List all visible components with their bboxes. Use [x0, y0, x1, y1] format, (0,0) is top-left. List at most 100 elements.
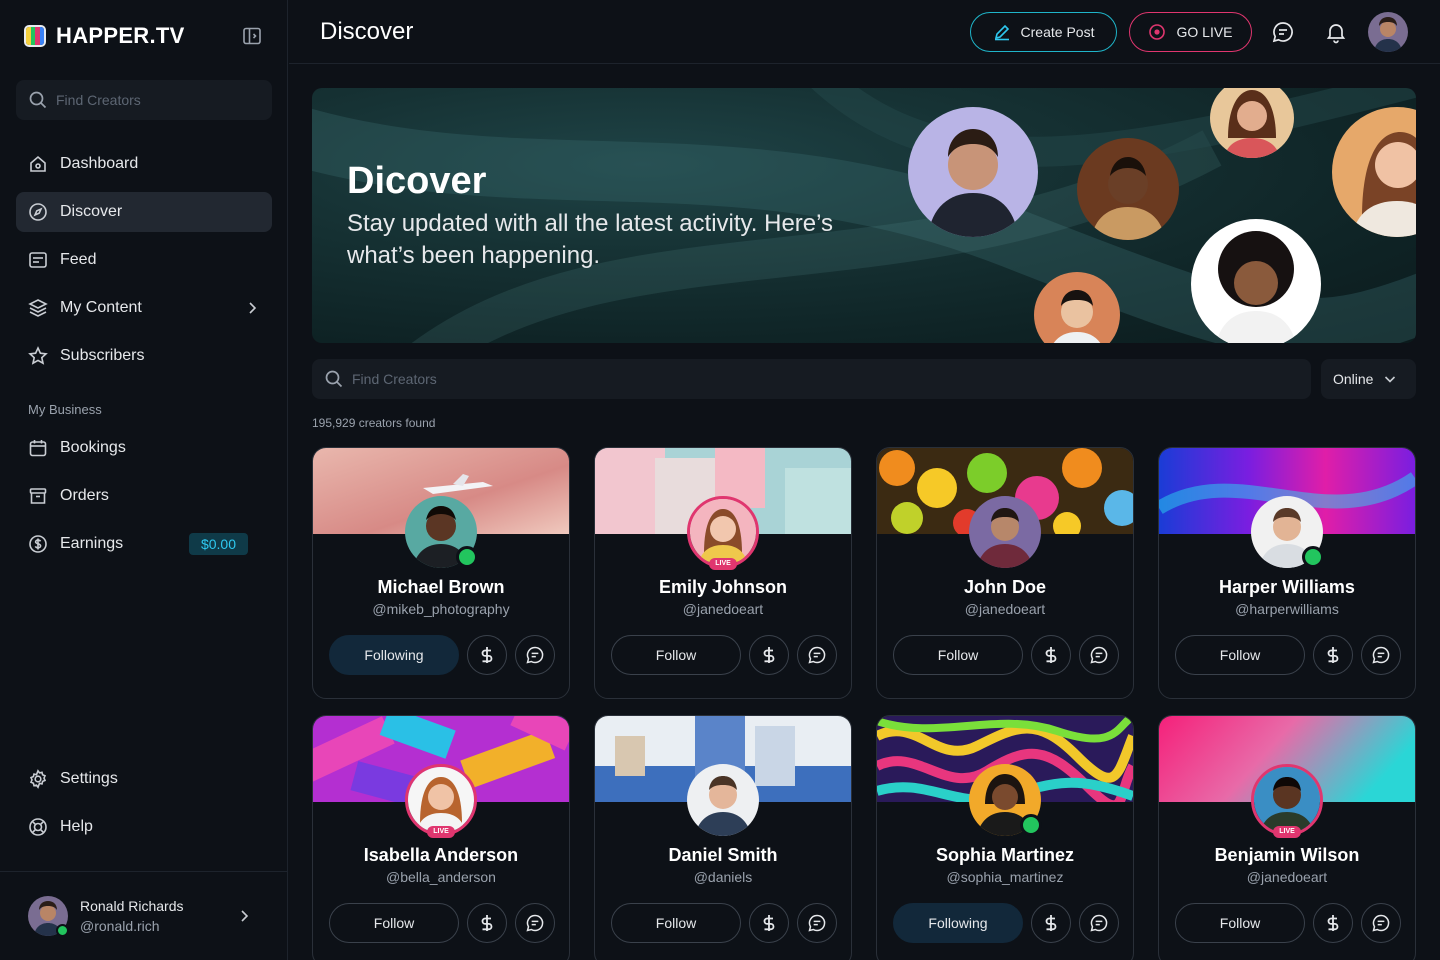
message-button[interactable]: [1361, 635, 1401, 675]
sidebar-item-dashboard[interactable]: Dashboard: [16, 144, 272, 184]
follow-button[interactable]: Follow: [611, 635, 741, 675]
brand[interactable]: HAPPER.TV: [24, 22, 185, 50]
dollar-icon: [1045, 647, 1057, 663]
status-filter-dropdown[interactable]: Online: [1321, 359, 1416, 399]
creator-name: Emily Johnson: [658, 577, 788, 597]
creator-name: Harper Williams: [1219, 577, 1355, 597]
create-post-button[interactable]: Create Post: [970, 12, 1117, 52]
sidebar-search: [16, 80, 272, 120]
sidebar-item-my-content[interactable]: My Content: [16, 288, 272, 328]
dollar-icon: [763, 647, 775, 663]
sidebar-item-label: Earnings: [60, 535, 124, 552]
chat-icon[interactable]: [1271, 20, 1295, 44]
feed-icon: [29, 252, 47, 268]
tip-button[interactable]: [1313, 903, 1353, 943]
creator-name: Isabella Anderson: [363, 845, 519, 865]
follow-button[interactable]: Follow: [329, 903, 459, 943]
message-button[interactable]: [797, 635, 837, 675]
chat-icon: [1372, 646, 1390, 664]
message-button[interactable]: [515, 635, 555, 675]
tip-button[interactable]: [749, 903, 789, 943]
go-live-button[interactable]: GO LIVE: [1129, 12, 1252, 52]
creator-card[interactable]: Harper Williams @harperwilliams Follow: [1158, 447, 1416, 699]
tip-button[interactable]: [1313, 635, 1353, 675]
creator-handle: @harperwilliams: [1235, 601, 1339, 617]
dollar-icon: [1327, 915, 1339, 931]
creator-avatar[interactable]: [969, 496, 1041, 568]
chevron-right-icon[interactable]: [236, 908, 252, 924]
sidebar-item-label: Bookings: [60, 439, 126, 456]
dollar-circle-icon: [29, 535, 47, 553]
follow-button[interactable]: Follow: [893, 635, 1023, 675]
sidebar-item-orders[interactable]: Orders: [16, 476, 272, 516]
live-badge: LIVE: [709, 558, 737, 570]
sidebar-item-earnings[interactable]: Earnings $0.00: [16, 524, 272, 564]
creator-handle: @janedoeart: [1246, 869, 1328, 885]
tip-button[interactable]: [749, 635, 789, 675]
creator-card[interactable]: Sophia Martinez @sophia_martinez Followi…: [876, 715, 1134, 960]
follow-button[interactable]: Follow: [1175, 635, 1305, 675]
tip-button[interactable]: [467, 635, 507, 675]
chat-icon: [1090, 646, 1108, 664]
creator-card[interactable]: John Doe @janedoeart Follow: [876, 447, 1134, 699]
creator-avatar[interactable]: [687, 764, 759, 836]
sidebar-item-subscribers[interactable]: Subscribers: [16, 336, 272, 376]
go-live-label: GO LIVE: [1176, 24, 1233, 40]
sidebar-item-bookings[interactable]: Bookings: [16, 428, 272, 468]
bell-icon[interactable]: [1324, 20, 1348, 44]
sidebar-item-label: Subscribers: [60, 347, 145, 364]
following-button[interactable]: Following: [329, 635, 459, 675]
follow-button[interactable]: Follow: [1175, 903, 1305, 943]
online-status-dot: [1020, 814, 1042, 836]
creator-card[interactable]: LIVE Benjamin Wilson @janedoeart Follow: [1158, 715, 1416, 960]
sidebar-section-label: My Business: [28, 402, 102, 417]
message-button[interactable]: [1079, 903, 1119, 943]
message-button[interactable]: [515, 903, 555, 943]
dollar-icon: [763, 915, 775, 931]
sidebar-item-help[interactable]: Help: [16, 807, 272, 847]
search-icon: [325, 370, 343, 388]
creator-handle: @mikeb_photography: [372, 601, 510, 617]
sidebar-search-input[interactable]: [56, 92, 260, 108]
chat-icon: [808, 914, 826, 932]
sidebar-item-discover[interactable]: Discover: [16, 192, 272, 232]
hero-avatar: [908, 107, 1038, 237]
creator-name: Michael Brown: [377, 577, 505, 597]
create-post-label: Create Post: [1020, 24, 1095, 40]
tip-button[interactable]: [1031, 903, 1071, 943]
home-icon: [30, 155, 46, 172]
message-button[interactable]: [1079, 635, 1119, 675]
creator-search-input[interactable]: [352, 371, 1299, 387]
message-button[interactable]: [1361, 903, 1401, 943]
tip-button[interactable]: [1031, 635, 1071, 675]
follow-button[interactable]: Follow: [611, 903, 741, 943]
header-avatar[interactable]: [1368, 12, 1408, 52]
sidebar-item-label: Orders: [60, 487, 109, 504]
creator-card[interactable]: LIVE Emily Johnson @janedoeart Follow: [594, 447, 852, 699]
following-button[interactable]: Following: [893, 903, 1023, 943]
message-button[interactable]: [797, 903, 837, 943]
creator-card[interactable]: LIVE Isabella Anderson @bella_anderson F…: [312, 715, 570, 960]
sidebar: HAPPER.TV Dashboard Discover Feed My Con…: [0, 0, 288, 960]
hero-subtitle: Stay updated with all the latest activit…: [347, 210, 834, 269]
sidebar-item-label: Help: [60, 818, 93, 835]
creator-card[interactable]: Daniel Smith @daniels Follow: [594, 715, 852, 960]
sidebar-item-settings[interactable]: Settings: [16, 759, 272, 799]
online-status-dot: [456, 546, 478, 568]
tip-button[interactable]: [467, 903, 507, 943]
user-handle: @ronald.rich: [80, 918, 160, 934]
chat-icon: [1372, 914, 1390, 932]
creator-card[interactable]: Michael Brown @mikeb_photography Followi…: [312, 447, 570, 699]
creator-name: Sophia Martinez: [935, 845, 1074, 865]
sidebar-item-label: Settings: [60, 770, 118, 787]
dollar-icon: [481, 915, 493, 931]
earnings-badge: $0.00: [188, 533, 248, 555]
live-badge: LIVE: [1273, 826, 1301, 838]
box-icon: [29, 488, 47, 504]
hero-title: Dicover: [347, 160, 487, 202]
creator-handle: @janedoeart: [682, 601, 764, 617]
star-icon: [28, 346, 48, 365]
sidebar-collapse-button[interactable]: [240, 24, 264, 48]
sidebar-item-feed[interactable]: Feed: [16, 240, 272, 280]
compass-icon: [29, 203, 47, 221]
